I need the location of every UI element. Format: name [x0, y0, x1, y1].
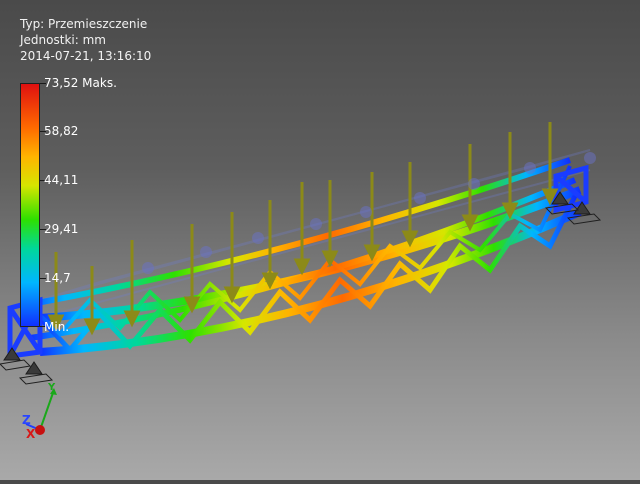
deformed-truss	[19, 157, 582, 356]
legend-tick-label: 29,41	[44, 222, 79, 236]
result-timestamp: 2014-07-21, 13:16:10	[20, 49, 152, 63]
result-info: Typ: Przemieszczenie Jednostki: mm 2014-…	[20, 16, 151, 64]
legend-tick-label: 14,7	[44, 271, 71, 285]
supports	[0, 191, 602, 385]
truss-model	[0, 122, 602, 385]
legend-max-label: 73,52 Maks.	[44, 76, 117, 90]
result-units: Jednostki: mm	[20, 33, 106, 47]
undeformed-ghost	[39, 149, 591, 319]
axis-triad-icon	[25, 388, 57, 435]
axis-label-z: Z	[22, 413, 31, 427]
legend-tick-label: 58,82	[44, 124, 79, 138]
axis-label-y: Y	[48, 382, 56, 393]
axis-label-x: X	[26, 427, 36, 441]
color-legend-bar	[20, 83, 40, 327]
model-viewport[interactable]	[0, 0, 640, 480]
legend-tick-label: 44,11	[44, 173, 79, 187]
axis-triad[interactable]: Z X Y	[14, 382, 68, 441]
legend-min-label: Min.	[44, 320, 70, 334]
result-type: Typ: Przemieszczenie	[20, 17, 148, 31]
